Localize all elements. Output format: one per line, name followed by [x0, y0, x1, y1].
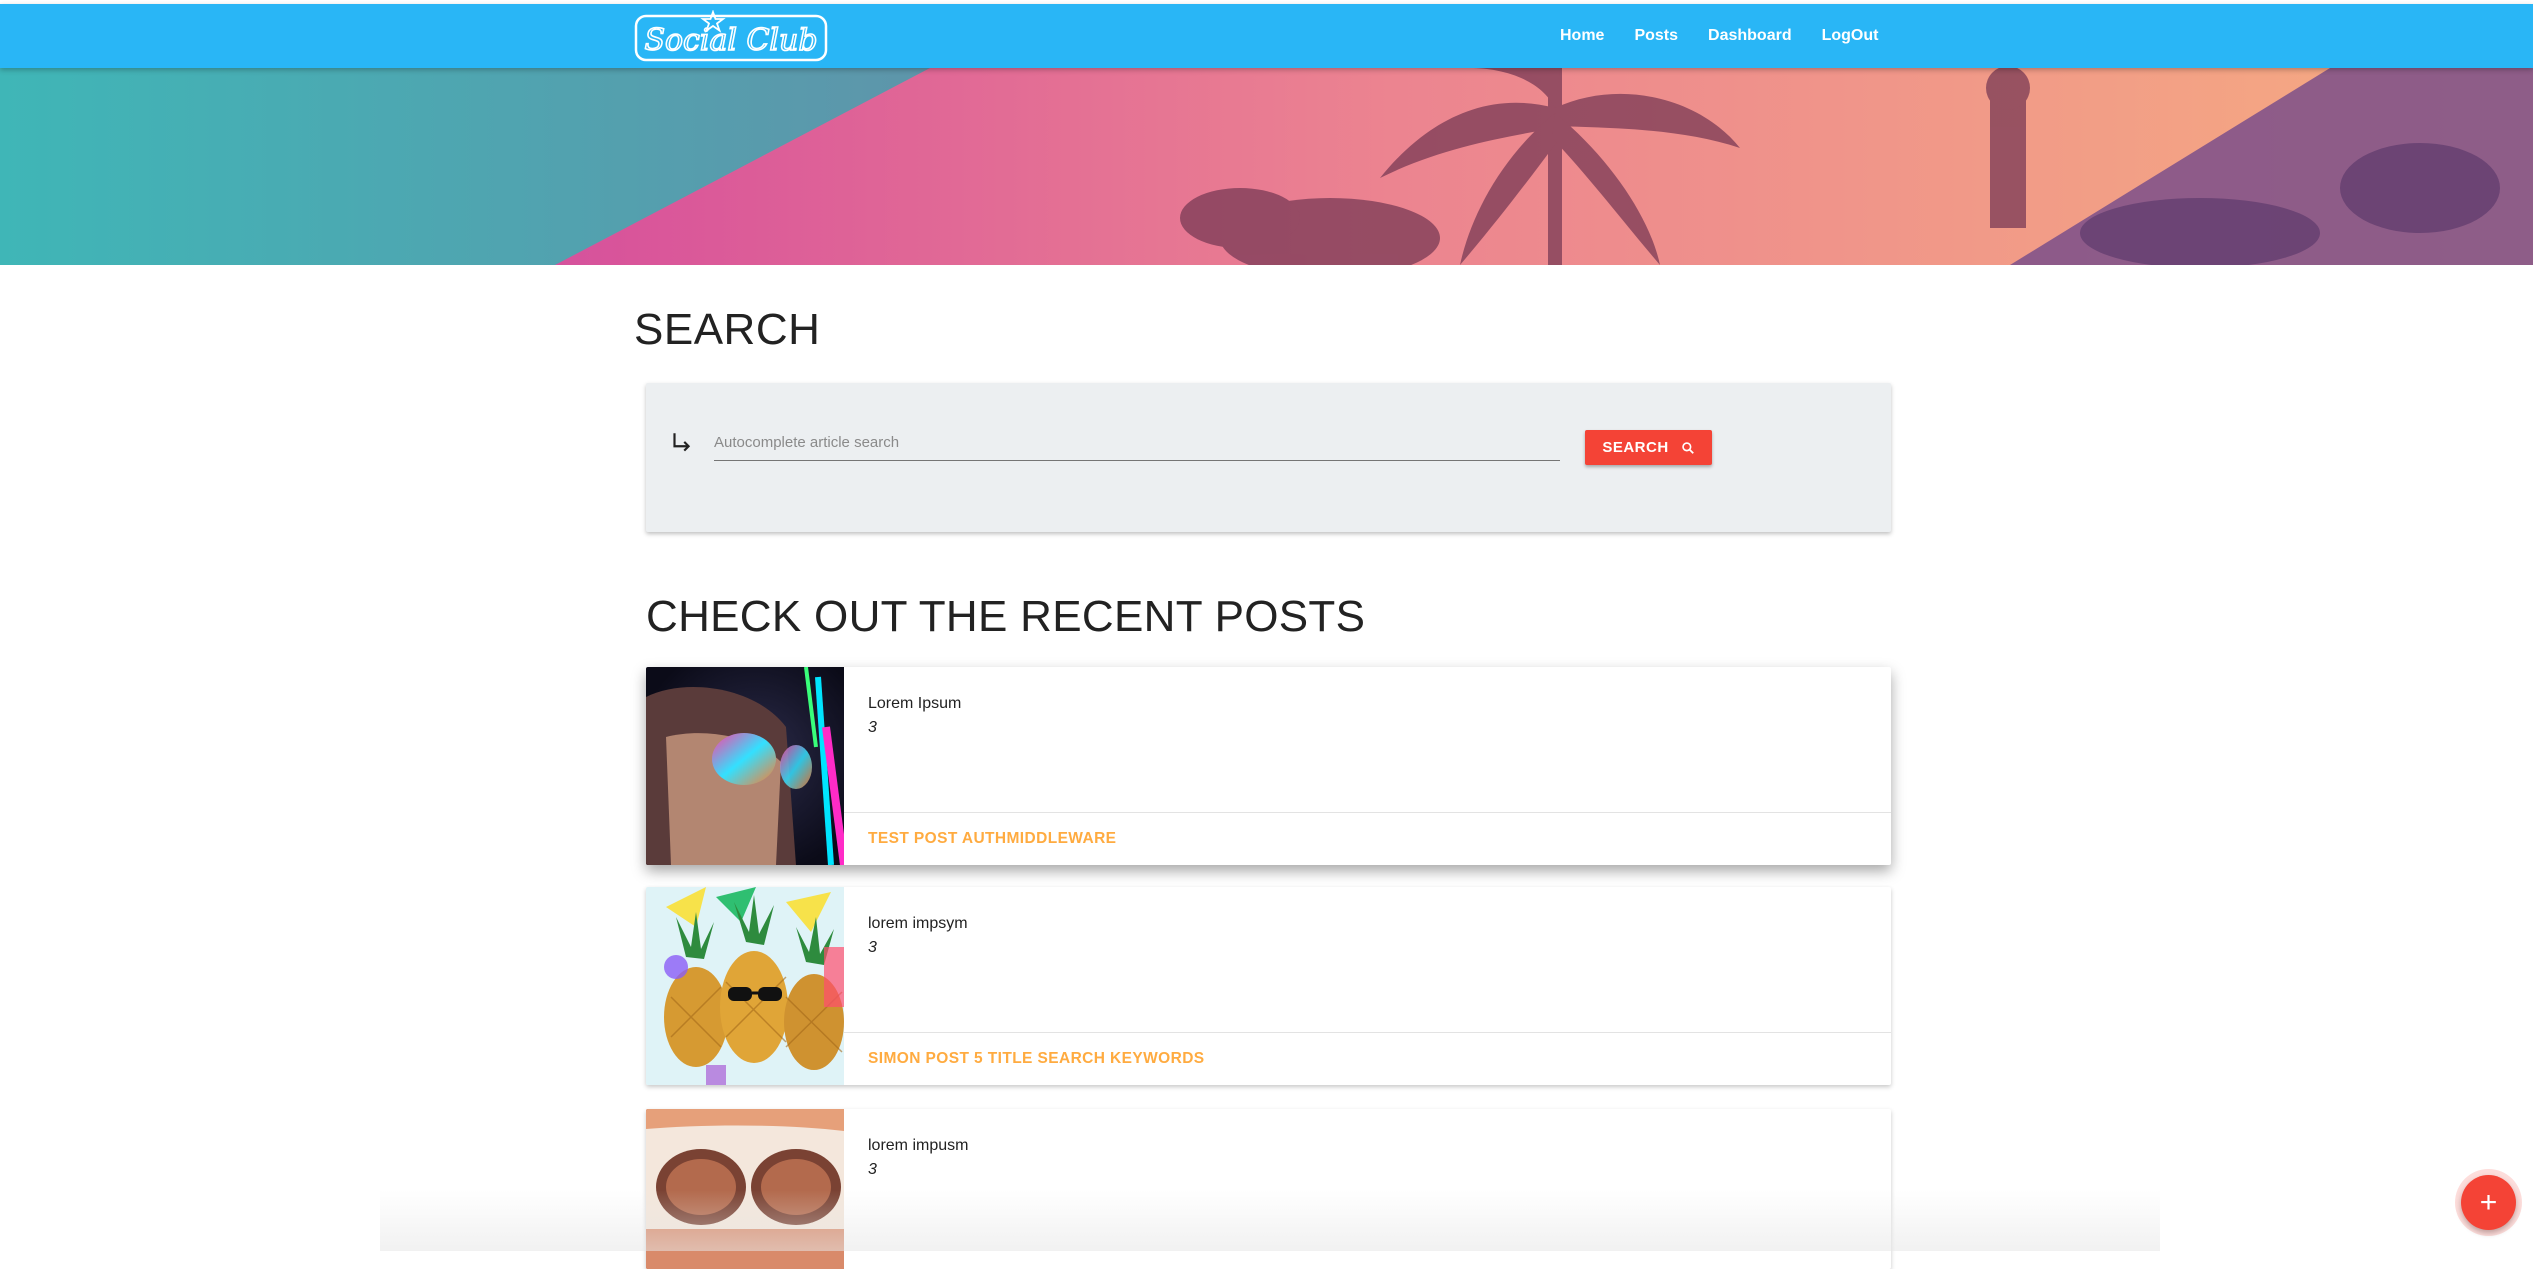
post-card: Lorem Ipsum 3 TEST POST AUTHMIDDLEWARE	[646, 667, 1891, 865]
post-body: Lorem Ipsum 3	[868, 695, 961, 737]
search-heading: SEARCH	[634, 305, 821, 354]
post-title-link[interactable]: SIMON POST 5 TITLE SEARCH KEYWORDS	[844, 1032, 1891, 1085]
post-image-face-with-white-sunglasses[interactable]	[646, 1109, 844, 1269]
post-count: 3	[868, 1161, 877, 1178]
hero-image	[0, 68, 2533, 265]
post-body: lorem impsym 3	[868, 915, 968, 957]
nav-logout-link[interactable]: LogOut	[1822, 27, 1879, 45]
nav-posts-link[interactable]: Posts	[1634, 27, 1678, 45]
post-count: 3	[868, 719, 877, 736]
nav-home-link[interactable]: Home	[1560, 27, 1604, 45]
hero-banner	[0, 68, 2533, 265]
search-card: SEARCH	[646, 383, 1891, 532]
svg-text:Social Club: Social Club	[644, 23, 817, 58]
post-card: lorem impsym 3 SIMON POST 5 TITLE SEARCH…	[646, 887, 1891, 1085]
top-navbar: Social Club Home Posts Dashboard LogOut	[0, 4, 2533, 68]
post-title-link[interactable]: TEST POST AUTHMIDDLEWARE	[844, 812, 1891, 865]
post-image-woman-with-neon-sunglasses[interactable]	[646, 667, 844, 865]
search-button-label: SEARCH	[1602, 439, 1669, 456]
search-button[interactable]: SEARCH	[1585, 430, 1712, 465]
post-image-pineapples-with-party-hats[interactable]	[646, 887, 844, 1085]
post-excerpt: lorem impsym	[868, 915, 968, 932]
post-count: 3	[868, 939, 877, 956]
recent-posts-heading: CHECK OUT THE RECENT POSTS	[646, 592, 1366, 641]
add-icon: +	[2479, 1186, 2498, 1219]
post-excerpt: Lorem Ipsum	[868, 695, 962, 712]
article-search-input[interactable]	[714, 425, 1560, 461]
search-icon	[1681, 441, 1694, 454]
post-card: lorem impusm 3	[646, 1109, 1891, 1269]
nav-menu: Home Posts Dashboard LogOut	[1560, 4, 1908, 68]
social-club-logo[interactable]: Social Club	[634, 10, 828, 62]
add-post-fab[interactable]: +	[2461, 1175, 2516, 1230]
subdirectory-arrow-right-icon	[673, 433, 691, 452]
post-body: lorem impusm 3	[868, 1137, 968, 1179]
post-excerpt: lorem impusm	[868, 1137, 969, 1154]
nav-dashboard-link[interactable]: Dashboard	[1708, 27, 1792, 45]
